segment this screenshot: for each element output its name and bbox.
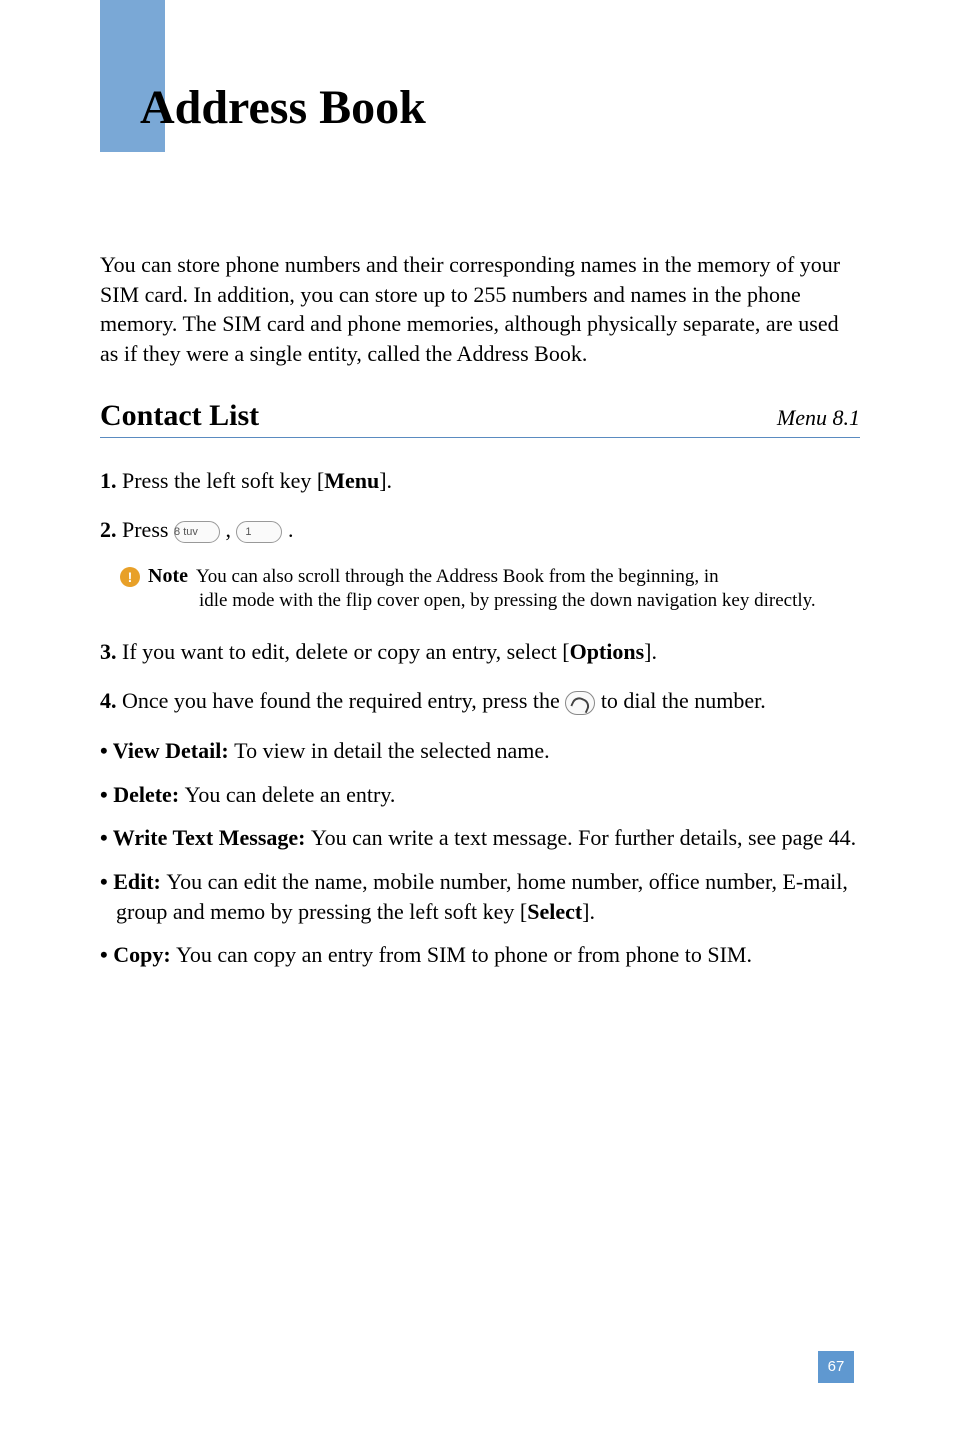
step-2-text-a: Press <box>122 517 174 542</box>
bullet-4-text-a: You can edit the name, mobile number, ho… <box>116 869 848 924</box>
note-text-first: You can also scroll through the Address … <box>196 566 719 587</box>
bullet-1-text: To view in detail the selected name. <box>234 738 550 763</box>
bullet-4-select: Select <box>527 899 582 924</box>
key-1-icon: 1 <box>236 521 282 543</box>
bullet-3-label: • Write Text Message: <box>100 825 311 850</box>
step-1-text-c: ]. <box>379 468 392 493</box>
bullet-4-label: • Edit: <box>100 869 166 894</box>
bullet-5-label: • Copy: <box>100 942 176 967</box>
step-2-period: . <box>282 517 293 542</box>
bullet-view-detail: • View Detail: To view in detail the sel… <box>100 736 860 766</box>
step-4-number: 4. <box>100 688 122 713</box>
bullet-1-label: • View Detail: <box>100 738 234 763</box>
page-number: 67 <box>818 1351 854 1383</box>
step-1-text-a: Press the left soft key [ <box>122 468 324 493</box>
step-4-text-a: Once you have found the required entry, … <box>122 688 565 713</box>
step-2-comma: , <box>220 517 237 542</box>
step-3-number: 3. <box>100 639 122 664</box>
bullet-2-text: You can delete an entry. <box>185 782 396 807</box>
step-4: 4. Once you have found the required entr… <box>100 686 860 716</box>
note-label: Note <box>148 565 188 587</box>
step-3-text-a: If you want to edit, delete or copy an e… <box>122 639 570 664</box>
page-content: You can store phone numbers and their co… <box>100 250 860 984</box>
note-text-rest: idle mode with the flip cover open, by p… <box>148 589 860 613</box>
bullet-delete: • Delete: You can delete an entry. <box>100 780 860 810</box>
bullet-4-text-c: ]. <box>582 899 595 924</box>
section-header: Contact List Menu 8.1 <box>100 399 860 438</box>
section-title: Contact List <box>100 399 259 433</box>
step-1-menu: Menu <box>324 468 379 493</box>
step-2: 2. Press 8 tuv , 1 . <box>100 515 860 545</box>
dial-icon <box>565 691 595 715</box>
step-3-options: Options <box>570 639 645 664</box>
step-1-number: 1. <box>100 468 122 493</box>
step-3: 3. If you want to edit, delete or copy a… <box>100 637 860 667</box>
bullet-2-label: • Delete: <box>100 782 185 807</box>
note-body: Note You can also scroll through the Addr… <box>148 565 860 613</box>
page-title: Address Book <box>140 80 426 135</box>
note-box: ! Note You can also scroll through the Ad… <box>120 565 860 613</box>
intro-paragraph: You can store phone numbers and their co… <box>100 250 860 369</box>
bullet-copy: • Copy: You can copy an entry from SIM t… <box>100 940 860 970</box>
bullet-5-text: You can copy an entry from SIM to phone … <box>176 942 752 967</box>
step-1: 1. Press the left soft key [Menu]. <box>100 466 860 496</box>
bullet-3-text: You can write a text message. For furthe… <box>311 825 856 850</box>
note-icon: ! <box>120 567 140 587</box>
step-3-text-c: ]. <box>644 639 657 664</box>
step-2-number: 2. <box>100 517 122 542</box>
bullet-write-text: • Write Text Message: You can write a te… <box>100 823 860 853</box>
key-8-icon: 8 tuv <box>174 521 220 543</box>
step-4-text-b: to dial the number. <box>595 688 765 713</box>
menu-reference: Menu 8.1 <box>777 405 860 431</box>
bullet-edit: • Edit: You can edit the name, mobile nu… <box>100 867 860 926</box>
